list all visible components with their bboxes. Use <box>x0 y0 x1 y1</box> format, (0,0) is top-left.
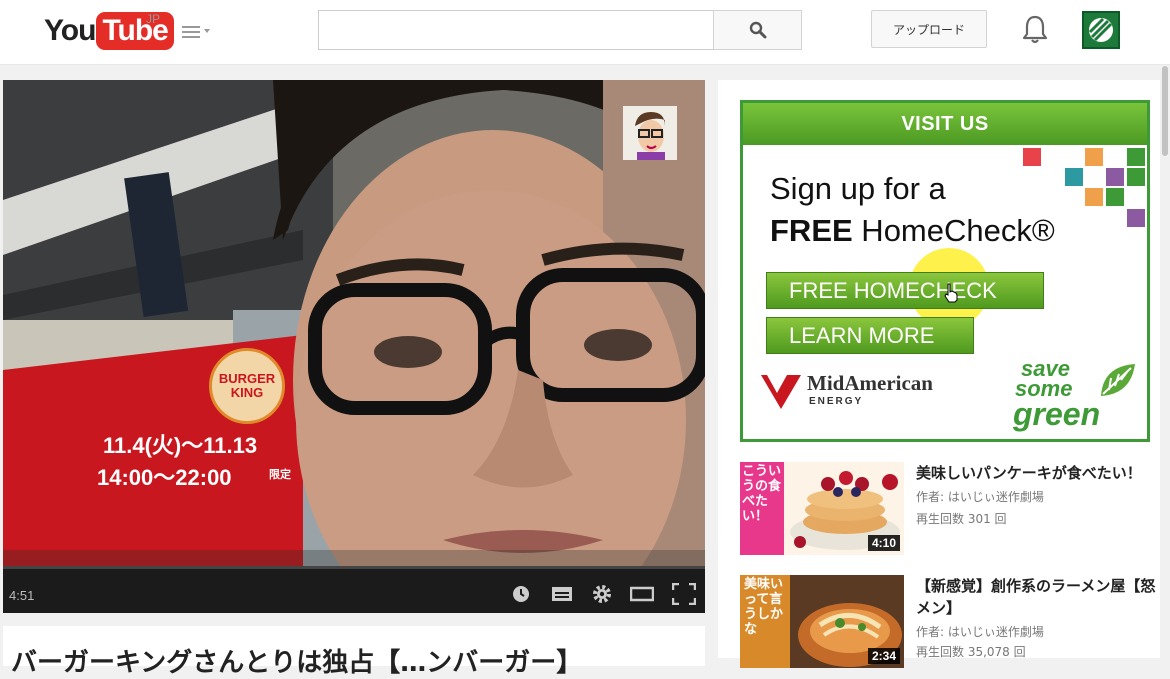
menu-icon-bar <box>182 36 200 38</box>
recommendation-title-line2: メン】 <box>916 599 962 617</box>
duration-badge: 4:10 <box>867 535 900 551</box>
search-button[interactable] <box>713 10 802 50</box>
logo-tube-text: Tube <box>96 12 174 50</box>
fullscreen-icon <box>672 583 696 605</box>
time-display: 4:51 <box>9 588 35 603</box>
recommendation-author[interactable]: 作者: はいじぃ迷作劇場 <box>916 488 1044 505</box>
ad-decor-square <box>1085 188 1103 206</box>
logo-you-text: You <box>44 14 96 47</box>
midamerican-logo[interactable]: MidAmerican ENERGY <box>761 371 981 417</box>
thumbnail-caption: 美味いって言うしかな <box>744 577 784 637</box>
avatar-image <box>1084 13 1118 47</box>
chevron-down-icon <box>204 29 210 33</box>
video-title: バーガーキングさんとりは独占【…ンバーガー】 <box>11 648 583 678</box>
sign-date-text: 11.4(火)〜11.13 <box>103 433 258 458</box>
player-controls: 4:51 <box>3 566 705 613</box>
video-frame[interactable]: BURGER KING 11.4(火)〜11.13 14:00〜22:00 限定 <box>3 80 705 566</box>
sponsor-sub: ENERGY <box>809 396 864 407</box>
sign-limit-text: 限定 <box>269 468 291 481</box>
logo-region: JP <box>146 12 161 26</box>
ad-decor-square <box>1106 168 1124 186</box>
upload-button[interactable]: アップロード <box>871 10 987 48</box>
video-frame-image <box>3 80 705 566</box>
recommendation-item[interactable]: 美味いって言うしかな 2:34 【新感覚】創作系のラーメン屋【怒 メン】 作者:… <box>740 575 1170 675</box>
notifications-button[interactable] <box>1020 14 1050 46</box>
recommendation-thumbnail[interactable]: こういうの食べたい！ 4:10 <box>740 462 904 555</box>
guide-menu-button[interactable] <box>180 20 216 44</box>
ad-header[interactable]: VISIT US <box>743 103 1147 145</box>
ad-decor-square <box>1085 148 1103 166</box>
search-icon <box>749 21 766 39</box>
recommendation-views: 再生回数 301 回 <box>916 512 1007 526</box>
ad-decor-square <box>1065 168 1083 186</box>
sidebar: VISIT US Sign up for a FREE HomeCheck® F… <box>718 80 1170 668</box>
sign-hours-text: 14:00〜22:00 <box>97 465 232 490</box>
save-some-green-logo: save some green <box>1001 358 1141 436</box>
leaf-icon <box>1101 364 1135 396</box>
ad-decor-square <box>1127 168 1145 186</box>
learn-more-button[interactable]: LEARN MORE <box>766 317 974 354</box>
ad-decor-square <box>1023 148 1041 166</box>
ad-headline-homecheck: HomeCheck® <box>852 213 1055 248</box>
ad-decor-square <box>1106 188 1124 206</box>
midamerican-mark-icon <box>761 375 801 409</box>
fullscreen-button[interactable] <box>670 581 698 607</box>
ad-decor-square <box>1127 148 1145 166</box>
recommendation-title[interactable]: 美味しいパンケーキが食べたい！ <box>916 462 1166 484</box>
duration-badge: 2:34 <box>867 648 900 664</box>
gear-icon <box>593 585 611 603</box>
settings-button[interactable] <box>588 581 616 607</box>
sponsor-name: MidAmerican <box>807 371 933 395</box>
recommendation-author[interactable]: 作者: はいじぃ迷作劇場 <box>916 623 1044 640</box>
captions-button[interactable] <box>548 581 576 607</box>
watch-later-button[interactable] <box>507 581 535 607</box>
masthead: You Tube JP アップロード <box>0 0 1170 65</box>
thumbnail-caption: こういうの食べたい！ <box>742 464 782 524</box>
ad-headline-free: FREE <box>770 213 853 248</box>
ad-headline-1: Sign up for a <box>770 171 946 206</box>
hand-cursor-icon <box>944 283 958 303</box>
ad-decor-square <box>1127 209 1145 227</box>
menu-icon <box>182 26 200 28</box>
recommendation-views: 再生回数 35,078 回 <box>916 645 1026 659</box>
video-title-area: バーガーキングさんとりは独占【…ンバーガー】 <box>3 626 705 678</box>
progress-bar[interactable] <box>3 566 705 569</box>
scrollbar-thumb[interactable] <box>1162 66 1168 156</box>
channel-watermark-image <box>623 106 677 160</box>
free-homecheck-button[interactable]: FREE HOMECHECK <box>766 272 1044 309</box>
slogan-green: green <box>1013 396 1101 432</box>
recommendation-title[interactable]: 【新感覚】創作系のラーメン屋【怒 メン】 <box>916 575 1166 619</box>
search-input[interactable] <box>318 10 714 50</box>
display-ad[interactable]: VISIT US Sign up for a FREE HomeCheck® F… <box>740 100 1150 442</box>
captions-icon <box>552 587 572 601</box>
theater-mode-button[interactable] <box>628 581 656 607</box>
recommendation-thumbnail[interactable]: 美味いって言うしかな 2:34 <box>740 575 904 668</box>
recommendation-item[interactable]: こういうの食べたい！ 4:10 美味しいパンケーキが食べたい！ 作者: はいじぃ… <box>740 462 1170 562</box>
recommendation-title-line1: 【新感覚】創作系のラーメン屋【怒 <box>916 577 1156 595</box>
theater-icon <box>630 586 654 602</box>
bell-icon <box>1022 15 1048 44</box>
ad-header-text: VISIT US <box>901 112 989 135</box>
menu-icon-bar <box>182 31 200 33</box>
clock-icon <box>513 586 529 602</box>
youtube-logo[interactable]: You Tube JP <box>44 12 174 50</box>
channel-watermark[interactable] <box>623 106 677 160</box>
account-avatar[interactable] <box>1082 11 1120 49</box>
page-scrollbar[interactable] <box>1160 66 1170 658</box>
video-player[interactable]: BURGER KING 11.4(火)〜11.13 14:00〜22:00 限定… <box>3 80 705 613</box>
burger-king-logo: BURGER KING <box>209 348 285 424</box>
ad-headline-2: FREE HomeCheck® <box>770 213 1055 249</box>
